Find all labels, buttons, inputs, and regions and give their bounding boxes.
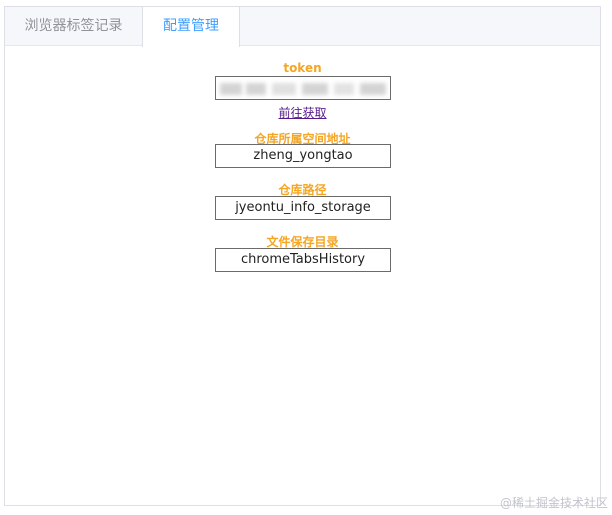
token-redacted-block <box>302 83 328 95</box>
tab-config-management[interactable]: 配置管理 <box>142 7 240 47</box>
tab-bar: 浏览器标签记录 配置管理 <box>5 7 600 47</box>
tab-browser-history[interactable]: 浏览器标签记录 <box>5 7 142 46</box>
token-redacted-block <box>220 83 242 95</box>
token-label: token <box>283 61 322 75</box>
token-redacted-block <box>360 83 386 95</box>
repo-path-field[interactable]: jyeontu_info_storage <box>215 196 391 220</box>
token-field[interactable] <box>215 76 391 100</box>
repo-space-field[interactable]: zheng_yongtao <box>215 144 391 168</box>
config-panel: 浏览器标签记录 配置管理 token 前往获取 仓库所属空间地址 zheng_y… <box>4 6 601 506</box>
token-redacted-block <box>246 83 266 95</box>
get-token-link[interactable]: 前往获取 <box>5 104 600 121</box>
token-redacted-block <box>334 83 354 95</box>
save-dir-field[interactable]: chromeTabsHistory <box>215 248 391 272</box>
watermark: @稀土掘金技术社区 <box>499 496 608 510</box>
token-redacted-block <box>272 83 296 95</box>
